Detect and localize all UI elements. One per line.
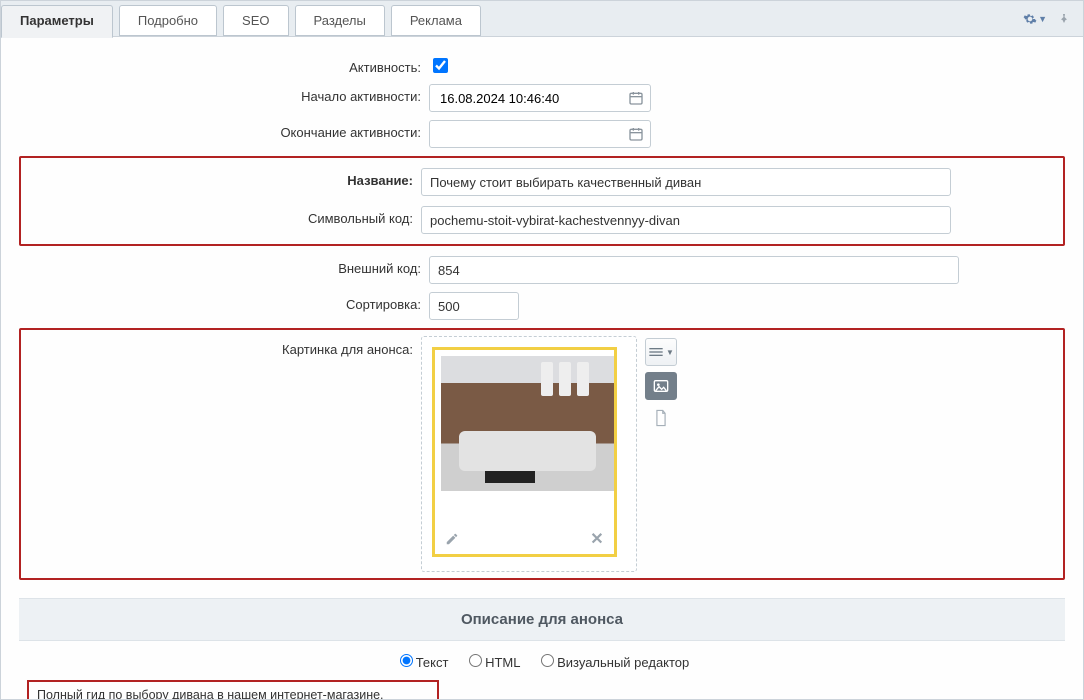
announcement-text-highlight-box: Полный гид по выбору дивана в нашем инте… — [27, 680, 439, 699]
tab-bar: Параметры Подробно SEO Разделы Реклама ▼ — [1, 1, 1083, 37]
tab-detail-label: Подробно — [138, 13, 198, 28]
settings-dropdown-caret-icon[interactable]: ▼ — [1038, 14, 1047, 24]
tab-params-label: Параметры — [20, 13, 94, 28]
tab-seo[interactable]: SEO — [223, 5, 288, 36]
label-external: Внешний код: — [19, 256, 429, 276]
editor-mode-visual-radio[interactable] — [541, 654, 554, 667]
label-name: Название: — [31, 168, 421, 188]
form-content: Активность: Начало активности: Окончание… — [1, 37, 1083, 699]
editor-mode-text[interactable]: Текст — [395, 655, 449, 670]
name-input[interactable] — [421, 168, 951, 196]
editor-mode-selector: Текст HTML Визуальный редактор — [19, 641, 1065, 680]
image-menu-button[interactable]: ▼ — [645, 338, 677, 366]
editor-mode-text-radio[interactable] — [400, 654, 413, 667]
chevron-down-icon: ▼ — [666, 348, 674, 357]
image-drop-area[interactable]: ✕ — [421, 336, 637, 572]
code-input[interactable] — [421, 206, 951, 234]
tab-ads-label: Реклама — [410, 13, 462, 28]
name-code-highlight-box: Название: Символьный код: — [19, 156, 1065, 246]
label-preview-picture: Картинка для анонса: — [31, 336, 421, 572]
start-date-input[interactable] — [438, 86, 626, 110]
tab-sections[interactable]: Разделы — [295, 5, 385, 36]
end-date-field[interactable] — [429, 120, 651, 148]
tab-sections-label: Разделы — [314, 13, 366, 28]
tab-seo-label: SEO — [242, 13, 269, 28]
active-checkbox[interactable] — [433, 58, 448, 73]
image-frame: ✕ — [432, 347, 617, 557]
calendar-icon[interactable] — [626, 89, 646, 107]
end-date-input[interactable] — [438, 122, 626, 146]
label-active: Активность: — [19, 55, 429, 75]
editor-mode-html[interactable]: HTML — [464, 655, 520, 670]
settings-gear-icon[interactable] — [1021, 10, 1039, 28]
close-icon[interactable]: ✕ — [588, 530, 606, 548]
image-view-button[interactable] — [645, 372, 677, 400]
editor-mode-html-label: HTML — [485, 655, 520, 670]
start-date-field[interactable] — [429, 84, 651, 112]
tab-params[interactable]: Параметры — [1, 5, 113, 38]
editor-mode-visual-label: Визуальный редактор — [557, 655, 689, 670]
tab-ads[interactable]: Реклама — [391, 5, 481, 36]
sort-input[interactable] — [429, 292, 519, 320]
pencil-icon[interactable] — [443, 530, 461, 548]
external-code-input[interactable] — [429, 256, 959, 284]
preview-thumbnail[interactable] — [441, 356, 614, 491]
announcement-text[interactable]: Полный гид по выбору дивана в нашем инте… — [37, 688, 429, 699]
editor-mode-visual[interactable]: Визуальный редактор — [536, 655, 689, 670]
label-start: Начало активности: — [19, 84, 429, 104]
label-code: Символьный код: — [31, 206, 421, 226]
pin-icon[interactable] — [1055, 10, 1073, 28]
announcement-description-heading: Описание для анонса — [19, 598, 1065, 641]
tab-detail[interactable]: Подробно — [119, 5, 217, 36]
preview-picture-highlight-box: Картинка для анонса: ✕ — [19, 328, 1065, 580]
calendar-icon[interactable] — [626, 125, 646, 143]
label-sort: Сортировка: — [19, 292, 429, 312]
editor-mode-html-radio[interactable] — [469, 654, 482, 667]
label-end: Окончание активности: — [19, 120, 429, 140]
document-icon[interactable] — [645, 406, 677, 430]
editor-mode-text-label: Текст — [416, 655, 449, 670]
